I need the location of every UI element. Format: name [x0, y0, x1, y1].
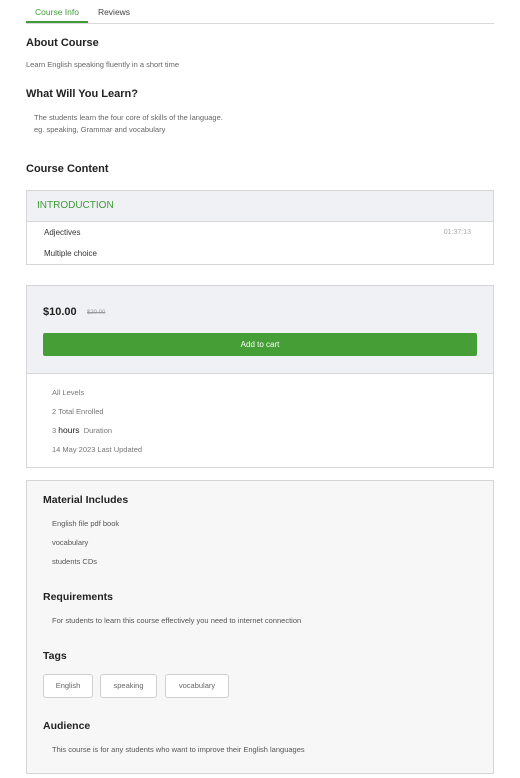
audience-text: This course is for any students who want…	[52, 745, 305, 754]
section-introduction-header[interactable]: INTRODUCTION	[27, 191, 493, 222]
requirements-text: For students to learn this course effect…	[52, 616, 302, 625]
material-item: students CDs	[52, 557, 98, 566]
duration-label: Duration	[83, 426, 113, 435]
course-content-heading: Course Content	[26, 163, 109, 175]
lesson-adjectives[interactable]: Adjectives	[44, 228, 80, 237]
course-duration: 3 hours Duration	[52, 425, 112, 435]
old-price: $20.00	[87, 310, 106, 316]
about-course-heading: About Course	[26, 37, 99, 49]
current-price: $10.00	[43, 306, 77, 318]
material-includes-heading: Material Includes	[43, 494, 129, 506]
tab-course-info[interactable]: Course Info	[26, 0, 88, 23]
duration-number: 3	[52, 426, 57, 435]
learn-heading: What Will You Learn?	[26, 88, 138, 100]
last-updated: 14 May 2023 Last Updated	[52, 445, 143, 454]
tags-heading: Tags	[43, 650, 67, 662]
duration-unit: hours	[58, 425, 80, 435]
material-item: English file pdf book	[52, 519, 120, 528]
course-tabs: Course Info Reviews	[26, 0, 494, 24]
about-course-text: Learn English speaking fluently in a sho…	[26, 60, 180, 69]
course-content-accordion: INTRODUCTION Adjectives 01:37:13 Multipl…	[26, 190, 494, 265]
tag-vocabulary[interactable]: vocabulary	[165, 674, 229, 698]
tag-english[interactable]: English	[43, 674, 93, 698]
course-level: All Levels	[52, 388, 85, 397]
requirements-heading: Requirements	[43, 591, 114, 603]
learn-line-2: eg. speaking, Grammar and vocabulary	[34, 125, 166, 134]
tag-speaking[interactable]: speaking	[100, 674, 157, 698]
material-item: vocabulary	[52, 538, 89, 547]
add-to-cart-button[interactable]: Add to cart	[43, 333, 477, 356]
pricing-header: $10.00 $20.00 Add to cart	[27, 286, 493, 374]
tab-reviews[interactable]: Reviews	[88, 0, 140, 22]
total-enrolled: 2 Total Enrolled	[52, 407, 104, 416]
course-details-card: Material Includes English file pdf book …	[26, 480, 494, 774]
pricing-card: $10.00 $20.00 Add to cart All Levels 2 T…	[26, 285, 494, 468]
audience-heading: Audience	[43, 720, 91, 732]
learn-line-1: The students learn the four core of skil…	[34, 113, 223, 122]
lesson-duration: 01:37:13	[443, 229, 471, 236]
lesson-multiple-choice[interactable]: Multiple choice	[44, 249, 97, 258]
